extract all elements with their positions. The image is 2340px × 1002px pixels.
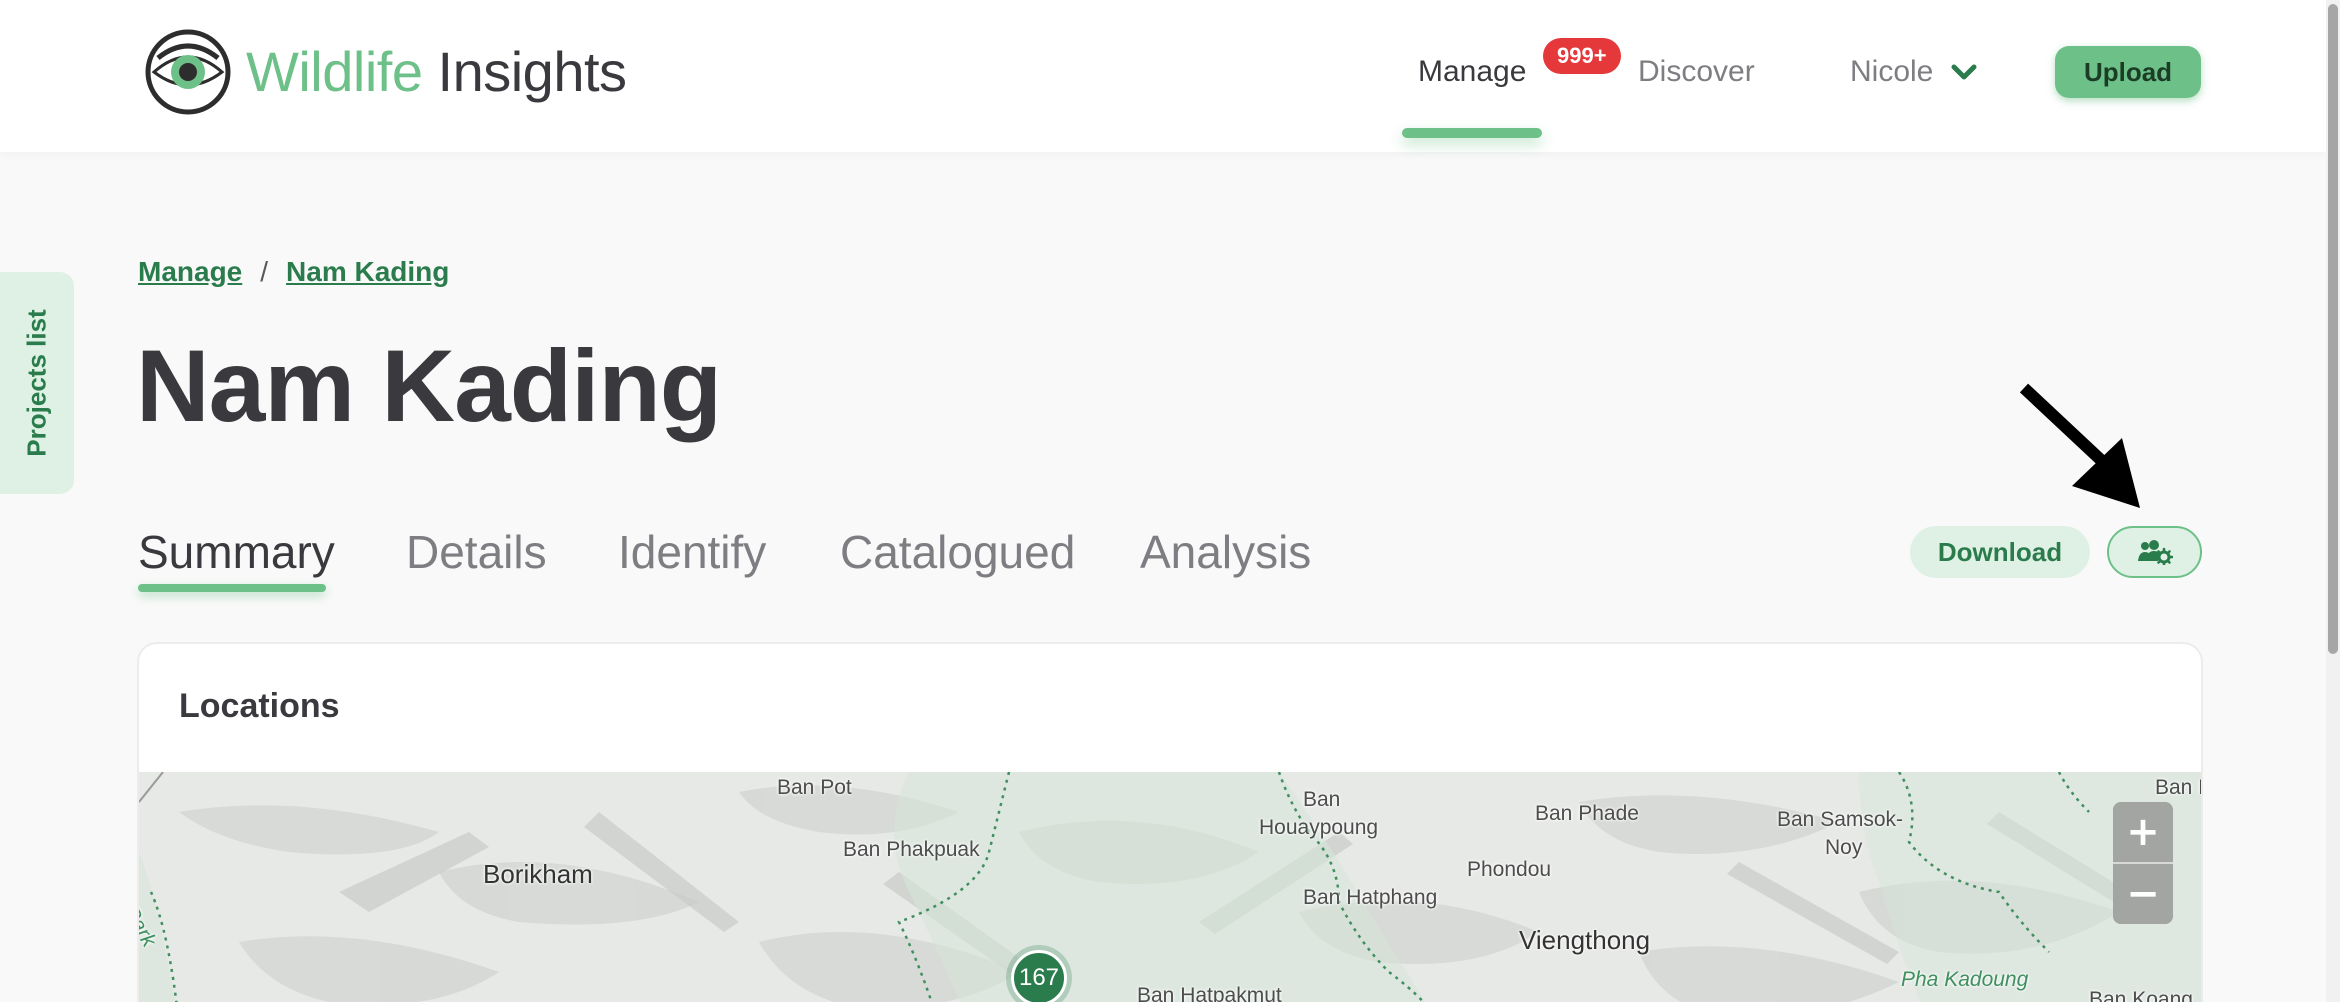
map-label-ban-hatphang: Ban Hatphang bbox=[1303, 886, 1438, 909]
tab-catalogued[interactable]: Catalogued bbox=[840, 524, 1075, 580]
tab-active-indicator bbox=[138, 584, 326, 592]
locations-map[interactable]: Ban Pot Borikham Ban Phakpuak Ban Houayp… bbox=[139, 772, 2201, 1002]
annotation-arrow-icon bbox=[2019, 383, 2140, 508]
projects-list-tab[interactable]: Projects list bbox=[0, 272, 74, 494]
logo-word-insights: Insights bbox=[437, 40, 628, 103]
map-label-pha-kadoung: Pha Kadoung bbox=[1901, 968, 2029, 991]
tab-details[interactable]: Details bbox=[406, 524, 547, 580]
user-menu[interactable]: Nicole bbox=[1850, 52, 1977, 92]
location-cluster-marker[interactable]: 167 bbox=[1011, 950, 1067, 1002]
map-terrain bbox=[139, 772, 2201, 1002]
nav-discover[interactable]: Discover bbox=[1638, 52, 1755, 92]
nav-active-indicator bbox=[1402, 128, 1542, 138]
zoom-in-button[interactable]: + bbox=[2113, 802, 2173, 862]
tab-identify[interactable]: Identify bbox=[618, 524, 766, 580]
scrollbar-thumb[interactable] bbox=[2328, 4, 2338, 654]
map-label-viengthong: Viengthong bbox=[1519, 925, 1651, 955]
breadcrumb-manage[interactable]: Manage bbox=[138, 252, 242, 292]
page-scrollbar[interactable] bbox=[2326, 0, 2340, 1002]
tab-summary[interactable]: Summary bbox=[138, 524, 335, 580]
map-label-ban-houaypoung-line2: Houaypoung bbox=[1259, 816, 1379, 839]
logo-word-wildlife: Wildlife bbox=[246, 40, 423, 103]
map-label-phondou: Phondou bbox=[1467, 858, 1552, 881]
locations-card: Locations Ban Pot Borikham Ban Phakpuak … bbox=[137, 642, 2203, 1002]
logo-text: Wildlife Insights bbox=[246, 44, 627, 100]
wildlife-insights-logo[interactable]: Wildlife Insights bbox=[144, 28, 627, 116]
breadcrumb-separator: / bbox=[260, 256, 269, 287]
users-cog-icon bbox=[2137, 540, 2173, 565]
nav-manage[interactable]: Manage bbox=[1418, 52, 1526, 92]
map-label-ban-samsok-line1: Ban Samsok- bbox=[1777, 808, 1904, 831]
map-zoom-control: + − bbox=[2113, 802, 2173, 924]
download-button[interactable]: Download bbox=[1910, 526, 2090, 578]
map-label-ban-phakpuak: Ban Phakpuak bbox=[843, 838, 980, 861]
map-label-ban-hatpakmut: Ban Hatpakmut bbox=[1137, 984, 1282, 1002]
project-users-settings-button[interactable] bbox=[2107, 526, 2202, 578]
locations-title: Locations bbox=[179, 687, 340, 725]
chevron-down-icon bbox=[1951, 64, 1977, 80]
map-label-ban-phade: Ban Phade bbox=[1535, 802, 1639, 825]
breadcrumb: Manage / Nam Kading bbox=[138, 252, 449, 292]
page-title: Nam Kading bbox=[136, 329, 722, 443]
map-label-ban-koang: Ban Koang bbox=[2089, 988, 2193, 1002]
tab-analysis[interactable]: Analysis bbox=[1140, 524, 1311, 580]
map-label-ban-h: Ban H bbox=[2155, 776, 2201, 799]
notification-badge[interactable]: 999+ bbox=[1543, 38, 1621, 74]
upload-button[interactable]: Upload bbox=[2055, 46, 2201, 98]
map-label-ban-samsok-line2: Noy bbox=[1825, 836, 1863, 859]
map-label-ban-houaypoung-line1: Ban bbox=[1303, 788, 1341, 811]
projects-list-label: Projects list bbox=[21, 309, 52, 457]
top-header: Wildlife Insights Manage 999+ Discover N… bbox=[0, 0, 2326, 152]
zoom-out-button[interactable]: − bbox=[2113, 864, 2173, 924]
eye-logo-icon bbox=[145, 29, 231, 115]
map-label-ban-pot: Ban Pot bbox=[777, 776, 852, 799]
breadcrumb-current[interactable]: Nam Kading bbox=[286, 252, 449, 292]
map-label-borikham: Borikham bbox=[483, 859, 593, 889]
user-name: Nicole bbox=[1850, 55, 1934, 88]
